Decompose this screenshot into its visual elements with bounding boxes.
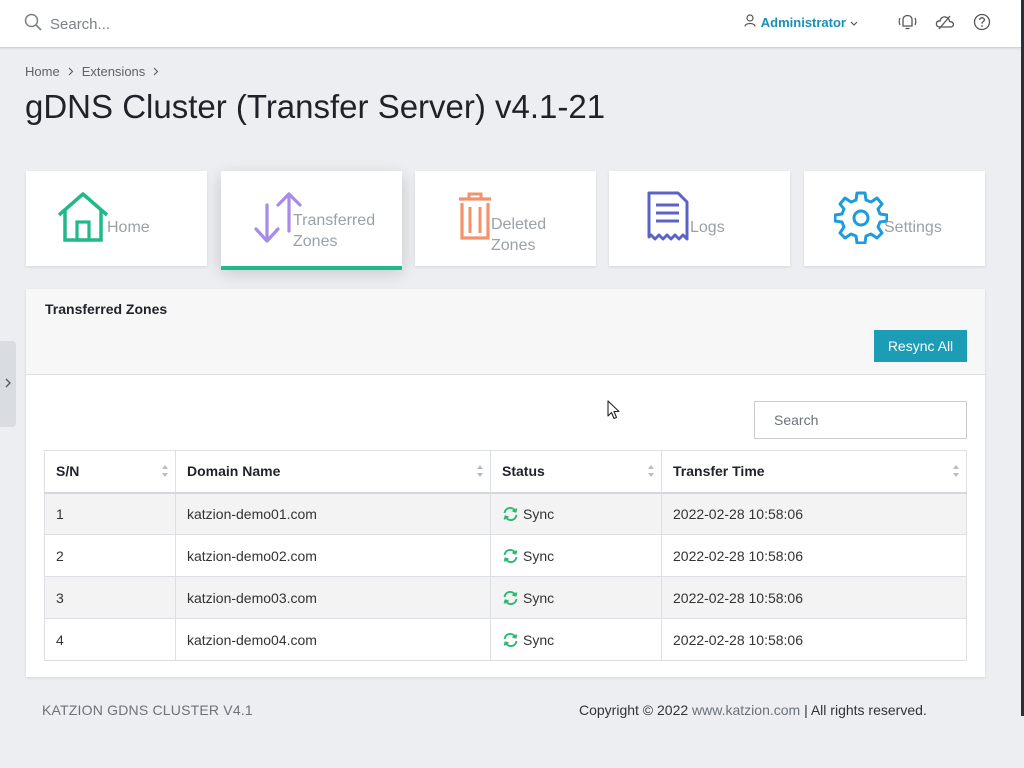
chevron-right-icon [153,67,159,76]
breadcrumb: Home Extensions [25,64,167,79]
cell-status: Sync [490,534,662,577]
tile-home[interactable]: Home [26,171,207,266]
tile-label-line2: Zones [491,237,536,254]
sort-icon [647,464,655,481]
sidebar-toggle[interactable] [0,341,16,427]
cell-status: Sync [490,618,662,661]
help-icon[interactable] [973,13,991,31]
cloud-off-icon[interactable] [935,14,955,30]
column-header-label: Transfer Time [673,463,765,480]
status-label: Sync [523,631,555,648]
cell-sn: 3 [44,576,176,619]
trash-icon [457,191,493,246]
column-header-transfer-time[interactable]: Transfer Time [661,450,967,494]
sync-icon [503,632,518,647]
cell-transfer-time: 2022-02-28 10:58:06 [661,534,967,577]
zones-table: S/N Domain Name Status Transfer Time 1 k… [44,450,967,661]
user-icon [744,14,756,30]
notification-bell-icon[interactable] [898,13,917,31]
chevron-down-icon [850,15,858,30]
resync-all-button[interactable]: Resync All [874,330,967,362]
column-header-domain[interactable]: Domain Name [175,450,491,494]
column-header-label: Domain Name [187,463,281,480]
tile-home-label: Home [107,219,150,236]
column-header-label: Status [502,463,545,480]
tile-label-line1: Deleted [491,216,547,233]
global-search-input[interactable] [50,16,250,33]
cell-domain: katzion-demo01.com [175,492,491,535]
footer-copyright: Copyright © 2022 www.katzion.com | All r… [579,702,927,718]
tile-logs[interactable]: Logs [609,171,790,266]
cell-domain: katzion-demo02.com [175,534,491,577]
top-bar: Administrator [0,0,1021,48]
tile-label-line2: Zones [293,233,338,250]
search-icon [24,13,42,36]
column-header-status[interactable]: Status [490,450,662,494]
cell-sn: 2 [44,534,176,577]
tile-settings[interactable]: Settings [804,171,985,266]
tile-deleted-zones[interactable]: Deleted Zones [415,171,596,266]
tile-transferred-zones-label: Transferred Zones [293,210,375,252]
receipt-icon [646,191,690,248]
cell-transfer-time: 2022-02-28 10:58:06 [661,618,967,661]
house-icon [56,191,110,248]
breadcrumb-extensions[interactable]: Extensions [82,64,146,79]
table-row: 4 katzion-demo04.com Sync 2022-02-28 10:… [44,618,967,661]
breadcrumb-home[interactable]: Home [25,64,60,79]
chevron-right-icon [5,375,11,393]
footer-product-name: KATZION GDNS CLUSTER V4.1 [42,702,253,718]
cell-sn: 4 [44,618,176,661]
tile-logs-label: Logs [690,219,725,236]
tile-transferred-zones[interactable]: Transferred Zones [221,171,402,270]
sort-icon [952,464,960,481]
mouse-cursor-icon [607,400,621,425]
user-menu-label: Administrator [760,14,846,30]
sync-icon [503,590,518,605]
chevron-right-icon [68,67,74,76]
cell-transfer-time: 2022-02-28 10:58:06 [661,576,967,619]
cell-transfer-time: 2022-02-28 10:58:06 [661,492,967,535]
tile-settings-label: Settings [884,219,942,236]
rights-text: | All rights reserved. [804,702,927,718]
cell-sn: 1 [44,492,176,535]
transferred-zones-panel: Transferred Zones Resync All S/N Domain … [26,289,985,677]
copyright-text: Copyright © 2022 [579,702,689,718]
cell-domain: katzion-demo04.com [175,618,491,661]
gear-icon [833,190,889,249]
table-row: 1 katzion-demo01.com Sync 2022-02-28 10:… [44,492,967,535]
page-title: gDNS Cluster (Transfer Server) v4.1-21 [25,88,606,125]
tile-label-line1: Transferred [293,212,376,229]
sync-icon [503,548,518,563]
status-label: Sync [523,505,555,522]
sort-icon [161,464,169,481]
column-header-sn[interactable]: S/N [44,450,176,494]
table-header-row: S/N Domain Name Status Transfer Time [44,450,967,494]
cell-status: Sync [490,492,662,535]
user-menu[interactable]: Administrator [744,14,858,30]
cell-domain: katzion-demo03.com [175,576,491,619]
tile-deleted-zones-label: Deleted Zones [491,214,546,256]
status-label: Sync [523,589,555,606]
table-row: 2 katzion-demo02.com Sync 2022-02-28 10:… [44,534,967,577]
column-header-label: S/N [56,463,80,480]
panel-header: Transferred Zones Resync All [26,289,985,375]
status-label: Sync [523,547,555,564]
table-row: 3 katzion-demo03.com Sync 2022-02-28 10:… [44,576,967,619]
global-search [24,13,250,36]
sort-icon [476,464,484,481]
footer-link[interactable]: www.katzion.com [692,702,800,718]
panel-title: Transferred Zones [45,301,168,317]
table-search-input[interactable] [754,401,967,439]
sync-icon [503,506,518,521]
cell-status: Sync [490,576,662,619]
